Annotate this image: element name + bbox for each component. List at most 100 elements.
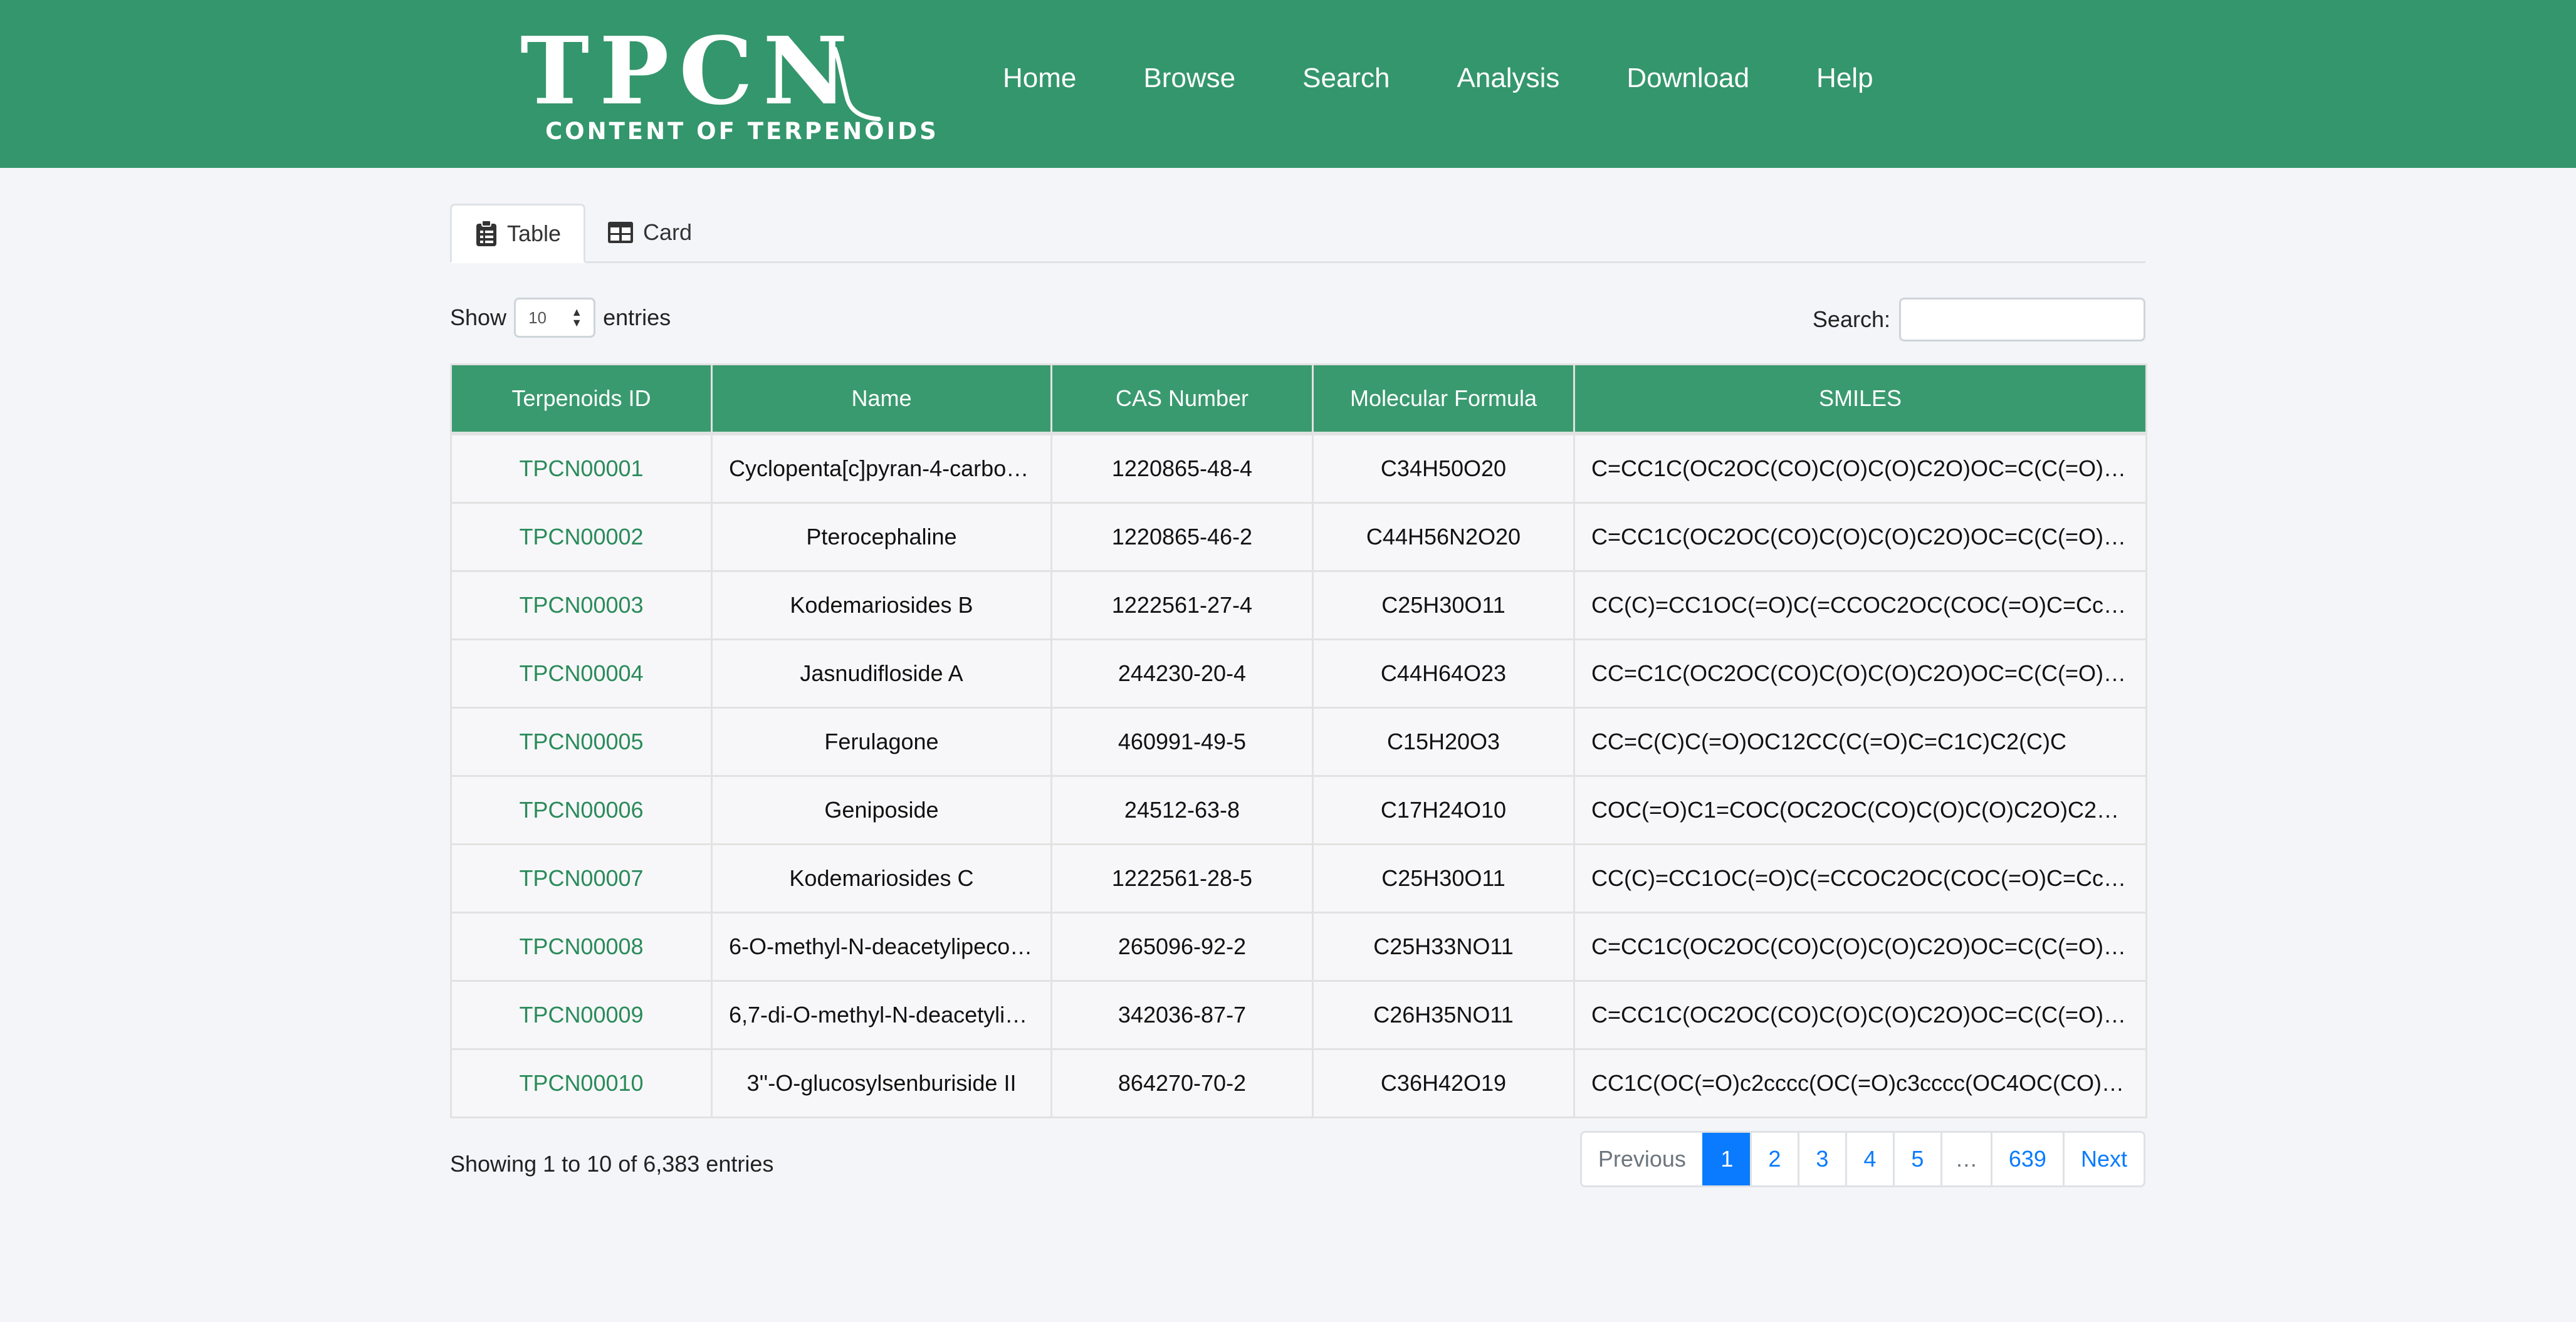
terpenoid-id-link[interactable]: TPCN00006 (450, 775, 713, 845)
table-row: TPCN00008 6-O-methyl-N-deacetylipecosi… … (450, 912, 2147, 982)
smiles-cell: CC1C(OC(=O)c2cccc(OC(=O)c3cccc(OC4OC(CO)… (1573, 1048, 2147, 1118)
column-header-formula[interactable]: Molecular Formula (1312, 363, 1575, 435)
table-row: TPCN00006 Geniposide 24512-63-8 C17H24O1… (450, 775, 2147, 845)
pagination-ellipsis: … (1940, 1133, 1991, 1185)
column-header-cas[interactable]: CAS Number (1050, 363, 1314, 435)
pagination-page-5[interactable]: 5 (1892, 1133, 1940, 1185)
cas-cell: 24512-63-8 (1050, 775, 1314, 845)
site-logo[interactable]: TPCN CONTENT OF TERPENOIDS (520, 18, 936, 155)
smiles-cell: C=CC1C(OC2OC(CO)C(O)C(O)C2O)OC=C(C(=O)O)… (1573, 980, 2147, 1050)
entries-length-select[interactable]: 10 ▲ ▼ (514, 298, 596, 338)
logo-tagline: CONTENT OF TERPENOIDS (545, 118, 939, 145)
name-cell: Cyclopenta[c]pyran-4-carbox… (711, 432, 1052, 504)
cas-cell: 342036-87-7 (1050, 980, 1314, 1050)
smiles-cell: COC(=O)C1=COC(OC2OC(CO)C(O)C(O)C2O)C2C(C… (1573, 775, 2147, 845)
terpenoid-id-link[interactable]: TPCN00009 (450, 980, 713, 1050)
pagination-page-3[interactable]: 3 (1797, 1133, 1845, 1185)
terpenoid-id-link[interactable]: TPCN00010 (450, 1048, 713, 1118)
cas-cell: 1222561-28-5 (1050, 843, 1314, 913)
cas-cell: 265096-92-2 (1050, 912, 1314, 982)
main-nav: Home Browse Search Analysis Download Hel… (1003, 56, 1873, 100)
tab-card-label: Card (643, 219, 693, 245)
view-tabs: Table Card (450, 204, 2145, 263)
pagination-page-4[interactable]: 4 (1845, 1133, 1893, 1185)
tab-card[interactable]: Card (607, 204, 692, 261)
smiles-cell: CC(C)=CC1OC(=O)C(=CCOC2OC(COC(=O)C=Cc3cc… (1573, 570, 2147, 640)
nav-help[interactable]: Help (1816, 56, 1873, 100)
column-header-name[interactable]: Name (711, 363, 1052, 435)
name-cell: Ferulagone (711, 707, 1052, 777)
formula-cell: C44H64O23 (1312, 638, 1575, 709)
smiles-cell: C=CC1C(OC2OC(CO)C(O)C(O)C2O)OC=C(C(=O)OC… (1573, 502, 2147, 572)
smiles-cell: C=CC1C(OC2OC(CO)C(O)C(O)C2O)OC=C(C(=O)O)… (1573, 912, 2147, 982)
name-cell: 6-O-methyl-N-deacetylipecosi… (711, 912, 1052, 982)
name-cell: Kodemariosides B (711, 570, 1052, 640)
logo-swash-decoration (832, 46, 881, 122)
name-cell: Geniposide (711, 775, 1052, 845)
smiles-cell: CC(C)=CC1OC(=O)C(=CCOC2OC(COC(=O)C=Cc3cc… (1573, 843, 2147, 913)
nav-home[interactable]: Home (1003, 56, 1076, 100)
pagination-previous-button[interactable]: Previous (1582, 1133, 1702, 1185)
formula-cell: C25H33NO11 (1312, 912, 1575, 982)
pagination-page-1[interactable]: 1 (1702, 1133, 1750, 1185)
nav-download[interactable]: Download (1626, 56, 1749, 100)
formula-cell: C25H30O11 (1312, 843, 1575, 913)
cas-cell: 1220865-46-2 (1050, 502, 1314, 572)
name-cell: Kodemariosides C (711, 843, 1052, 913)
clipboard-icon (476, 219, 496, 246)
length-suffix-label: entries (603, 304, 671, 330)
entries-info: Showing 1 to 10 of 6,383 entries (450, 1151, 774, 1177)
pagination-next-button[interactable]: Next (2062, 1133, 2144, 1185)
terpenoid-id-link[interactable]: TPCN00005 (450, 707, 713, 777)
table-row: TPCN00002 Pterocephaline 1220865-46-2 C4… (450, 502, 2147, 572)
pagination-page-2[interactable]: 2 (1749, 1133, 1798, 1185)
nav-analysis[interactable]: Analysis (1457, 56, 1560, 100)
column-header-smiles[interactable]: SMILES (1573, 363, 2147, 435)
pagination-page-last[interactable]: 639 (1990, 1133, 2063, 1185)
terpenoid-id-link[interactable]: TPCN00008 (450, 912, 713, 982)
cas-cell: 864270-70-2 (1050, 1048, 1314, 1118)
smiles-cell: CC=C1C(OC2OC(CO)C(O)C(O)C2O)OC=C(C(=O)OC… (1573, 638, 2147, 709)
cas-cell: 244230-20-4 (1050, 638, 1314, 709)
table-row: TPCN00010 3''-O-glucosylsenburiside II 8… (450, 1048, 2147, 1118)
column-header-id[interactable]: Terpenoids ID (450, 363, 713, 435)
terpenoid-id-link[interactable]: TPCN00003 (450, 570, 713, 640)
search-label: Search: (1812, 306, 1890, 332)
cas-cell: 460991-49-5 (1050, 707, 1314, 777)
table-row: TPCN00001 Cyclopenta[c]pyran-4-carbox… 1… (450, 432, 2147, 504)
nav-browse[interactable]: Browse (1143, 56, 1235, 100)
table-controls: Show 10 ▲ ▼ entries Search: (450, 263, 2145, 363)
smiles-cell: C=CC1C(OC2OC(CO)C(O)C(O)C2O)OC=C(C(=O)OC… (1573, 432, 2147, 504)
table-row: TPCN00003 Kodemariosides B 1222561-27-4 … (450, 570, 2147, 640)
length-select-value: 10 (528, 308, 547, 327)
name-cell: 3''-O-glucosylsenburiside II (711, 1048, 1052, 1118)
nav-search[interactable]: Search (1302, 56, 1390, 100)
terpenoid-id-link[interactable]: TPCN00001 (450, 432, 713, 504)
formula-cell: C17H24O10 (1312, 775, 1575, 845)
search-input[interactable] (1899, 298, 2145, 341)
table-row: TPCN00009 6,7-di-O-methyl-N-deacetyliso…… (450, 980, 2147, 1050)
entries-length-control: Show 10 ▲ ▼ entries (450, 298, 671, 338)
formula-cell: C36H42O19 (1312, 1048, 1575, 1118)
name-cell: Pterocephaline (711, 502, 1052, 572)
length-prefix-label: Show (450, 304, 507, 330)
cas-cell: 1222561-27-4 (1050, 570, 1314, 640)
name-cell: 6,7-di-O-methyl-N-deacetyliso… (711, 980, 1052, 1050)
top-navbar: TPCN CONTENT OF TERPENOIDS Home Browse S… (0, 0, 2576, 168)
table-row: TPCN00005 Ferulagone 460991-49-5 C15H20O… (450, 707, 2147, 777)
terpenoid-id-link[interactable]: TPCN00002 (450, 502, 713, 572)
formula-cell: C44H56N2O20 (1312, 502, 1575, 572)
table-footer: Showing 1 to 10 of 6,383 entries Previou… (450, 1131, 2145, 1206)
main-content: Table Card Show 10 ▲ ▼ entries Search: T… (450, 204, 2147, 1206)
table-search: Search: (1813, 298, 2145, 341)
select-arrows-icon: ▲ ▼ (571, 306, 583, 329)
terpenoid-id-link[interactable]: TPCN00007 (450, 843, 713, 913)
tab-table-label: Table (506, 220, 562, 246)
card-grid-icon (608, 222, 633, 243)
table-header-row: Terpenoids ID Name CAS Number Molecular … (450, 363, 2147, 435)
pagination: Previous 1 2 3 4 5 … 639 Next (1579, 1131, 2145, 1187)
smiles-cell: CC=C(C)C(=O)OC12CC(C(=O)C=C1C)C2(C)C (1573, 707, 2147, 777)
tab-table[interactable]: Table (450, 204, 585, 263)
terpenoid-id-link[interactable]: TPCN00004 (450, 638, 713, 709)
table-row: TPCN00007 Kodemariosides C 1222561-28-5 … (450, 843, 2147, 913)
